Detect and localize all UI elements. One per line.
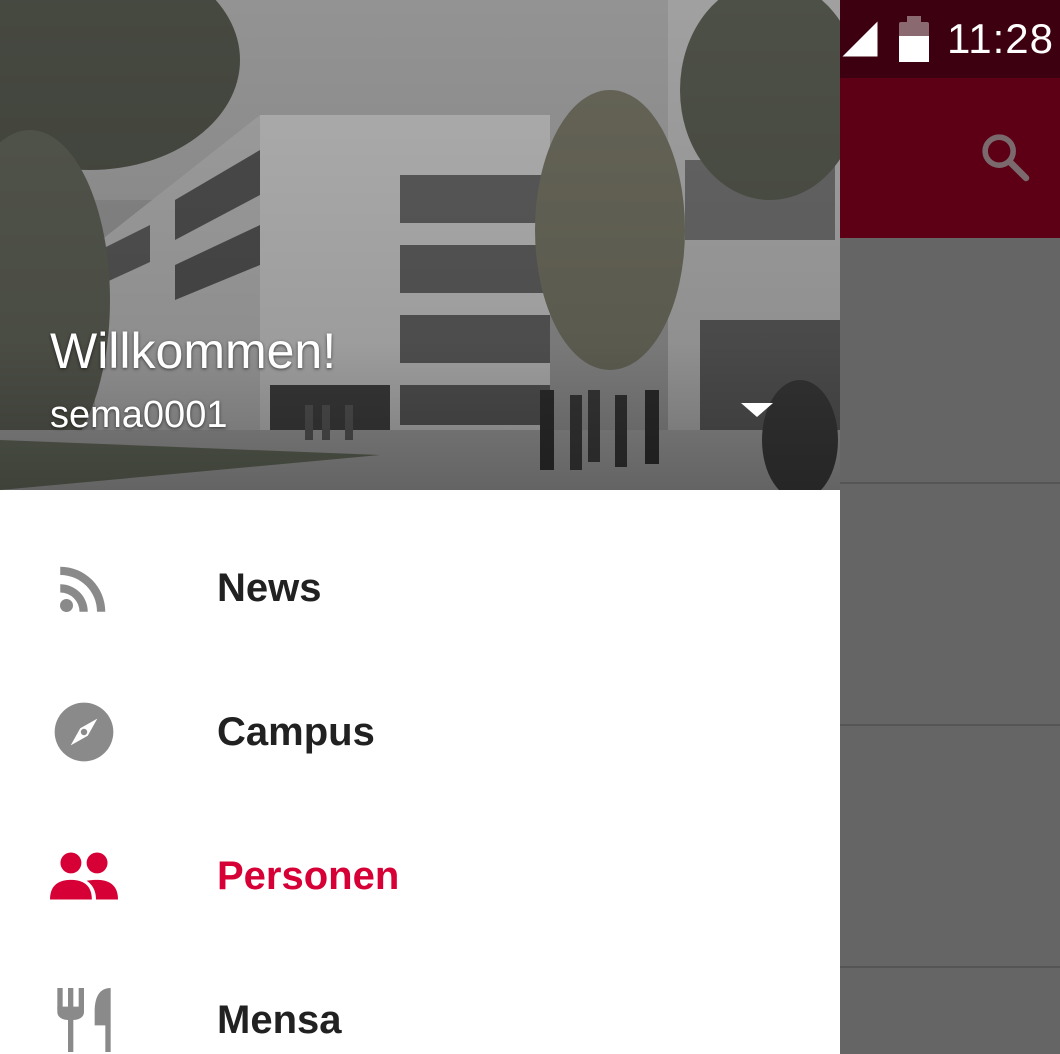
people-icon xyxy=(50,842,118,910)
clock: 11:28 xyxy=(947,15,1054,62)
drawer-menu: News Campus Personen Mensa xyxy=(0,490,840,1054)
rss-feed-icon xyxy=(50,554,118,622)
compass-icon xyxy=(50,698,118,766)
drawer-item-mensa[interactable]: Mensa xyxy=(0,948,840,1054)
dropdown-arrow-icon xyxy=(741,403,773,417)
drawer-item-news[interactable]: News xyxy=(0,516,840,660)
account-username: sema0001 xyxy=(50,394,228,436)
drawer-item-label: Campus xyxy=(217,709,375,754)
drawer-item-personen[interactable]: Personen xyxy=(0,804,840,948)
cell-signal-icon xyxy=(839,18,881,60)
drawer-item-campus[interactable]: Campus xyxy=(0,660,840,804)
status-indicators: 11:28 xyxy=(839,0,1054,78)
drawer-item-label: Personen xyxy=(217,853,400,898)
account-switcher-button[interactable] xyxy=(730,390,784,430)
search-icon xyxy=(982,134,1030,182)
drawer-item-label: Mensa xyxy=(217,997,342,1042)
welcome-title: Willkommen! xyxy=(50,323,337,379)
drawer-header: Willkommen! sema0001 xyxy=(0,0,840,490)
list-divider xyxy=(840,966,1060,968)
search-button[interactable] xyxy=(972,124,1038,190)
list-divider xyxy=(840,724,1060,726)
drawer-item-label: News xyxy=(217,565,322,610)
restaurant-icon xyxy=(50,986,118,1054)
app-screen: 11:28 Willkommen! sema0001 News Campus P… xyxy=(0,0,1060,1054)
navigation-drawer: Willkommen! sema0001 News Campus Persone… xyxy=(0,0,840,1054)
battery-icon xyxy=(897,16,931,62)
list-divider xyxy=(840,482,1060,484)
